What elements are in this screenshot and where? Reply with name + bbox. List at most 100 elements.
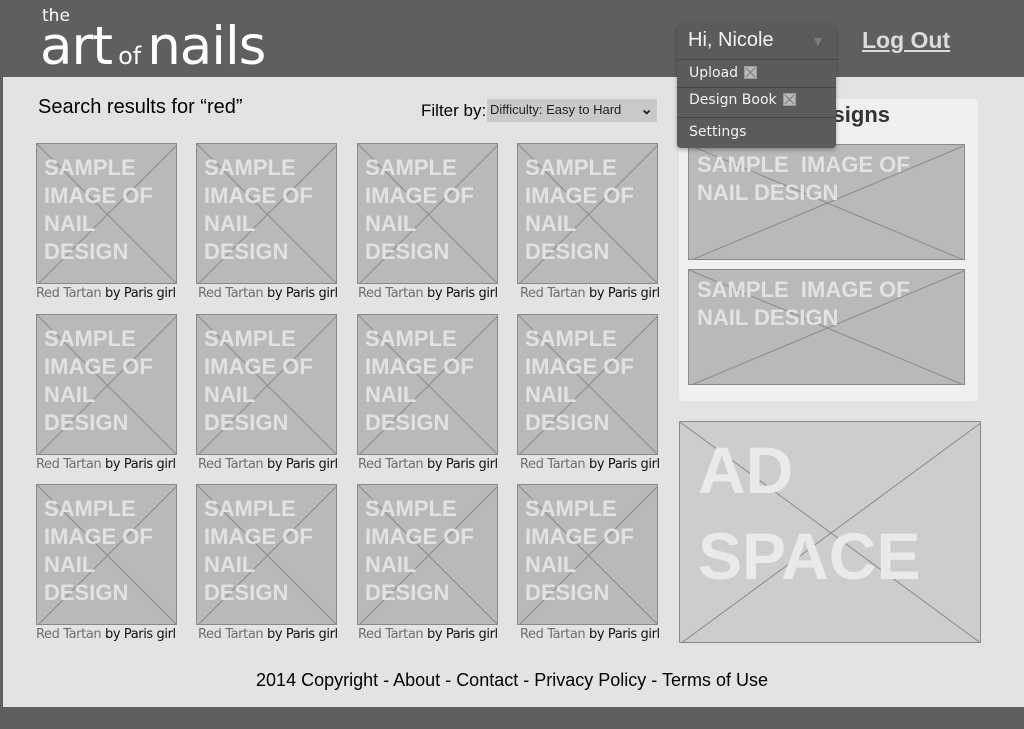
user-menu-dropdown: Hi, Nicole ▼ Upload Design Book Settings: [677, 24, 836, 148]
result-caption: Red Tartan by Paris girl: [358, 286, 498, 301]
footer-link-privacy[interactable]: Privacy Policy: [534, 670, 646, 690]
result-author[interactable]: by Paris girl: [267, 627, 338, 642]
logo-wordmark: art of nails: [40, 16, 266, 77]
result-caption: Red Tartan by Paris girl: [520, 627, 660, 642]
menu-item-upload[interactable]: Upload: [689, 65, 758, 81]
footer-separator: -: [518, 670, 535, 690]
result-title-link[interactable]: Red Tartan: [36, 457, 102, 472]
footer-separator: -: [440, 670, 457, 690]
menu-divider: [677, 59, 836, 60]
result-caption: Red Tartan by Paris girl: [358, 457, 498, 472]
result-caption: Red Tartan by Paris girl: [520, 457, 660, 472]
filter-select[interactable]: Difficulty: Easy to Hard ⌄: [487, 99, 657, 122]
filter-label: Filter by:: [421, 101, 487, 120]
result-caption: Red Tartan by Paris girl: [36, 286, 176, 301]
result-title-link[interactable]: Red Tartan: [36, 627, 102, 642]
result-author[interactable]: by Paris girl: [427, 627, 498, 642]
featured-design-label: SAMPLE IMAGE OF NAIL DESIGN: [697, 152, 916, 205]
result-title-link[interactable]: Red Tartan: [520, 627, 586, 642]
triangle-down-icon[interactable]: ▼: [811, 33, 825, 49]
menu-divider: [677, 87, 836, 88]
footer-link-contact[interactable]: Contact: [456, 670, 518, 690]
search-results-title: Search results for “red”: [38, 96, 243, 118]
result-image[interactable]: SAMPLE IMAGE OF NAIL DESIGN: [196, 484, 337, 625]
logout-link[interactable]: Log Out: [862, 27, 950, 54]
result-author[interactable]: by Paris girl: [589, 286, 660, 301]
result-caption: Red Tartan by Paris girl: [520, 286, 660, 301]
result-image-label: SAMPLE IMAGE OF NAIL DESIGN: [365, 326, 474, 435]
image-placeholder-icon: [782, 93, 796, 106]
result-image-label: SAMPLE IMAGE OF NAIL DESIGN: [204, 326, 313, 435]
result-title-link[interactable]: Red Tartan: [520, 286, 586, 301]
result-title-link[interactable]: Red Tartan: [358, 286, 424, 301]
result-author[interactable]: by Paris girl: [105, 627, 176, 642]
ad-space[interactable]: AD SPACE: [679, 421, 981, 643]
result-image[interactable]: SAMPLE IMAGE OF NAIL DESIGN: [357, 143, 498, 284]
result-title-link[interactable]: Red Tartan: [198, 457, 264, 472]
result-author[interactable]: by Paris girl: [427, 286, 498, 301]
result-image[interactable]: SAMPLE IMAGE OF NAIL DESIGN: [36, 314, 177, 455]
result-image[interactable]: SAMPLE IMAGE OF NAIL DESIGN: [36, 484, 177, 625]
result-image[interactable]: SAMPLE IMAGE OF NAIL DESIGN: [357, 484, 498, 625]
filter-select-value: Difficulty: Easy to Hard: [490, 102, 622, 117]
result-image[interactable]: SAMPLE IMAGE OF NAIL DESIGN: [357, 314, 498, 455]
user-menu-greeting[interactable]: Hi, Nicole: [688, 29, 774, 52]
result-caption: Red Tartan by Paris girl: [358, 627, 498, 642]
result-image[interactable]: SAMPLE IMAGE OF NAIL DESIGN: [517, 143, 658, 284]
result-title-link[interactable]: Red Tartan: [358, 457, 424, 472]
result-image[interactable]: SAMPLE IMAGE OF NAIL DESIGN: [196, 143, 337, 284]
result-title-link[interactable]: Red Tartan: [520, 457, 586, 472]
result-image-label: SAMPLE IMAGE OF NAIL DESIGN: [365, 496, 474, 605]
footer-bar: [0, 707, 1024, 729]
footer-separator: -: [646, 670, 662, 690]
footer-link-about[interactable]: About: [393, 670, 440, 690]
result-title-link[interactable]: Red Tartan: [358, 627, 424, 642]
result-title-link[interactable]: Red Tartan: [36, 286, 102, 301]
result-author[interactable]: by Paris girl: [267, 457, 338, 472]
result-image[interactable]: SAMPLE IMAGE OF NAIL DESIGN: [517, 484, 658, 625]
menu-item-settings[interactable]: Settings: [689, 124, 746, 140]
result-author[interactable]: by Paris girl: [589, 457, 660, 472]
footer-link-terms[interactable]: Terms of Use: [662, 670, 768, 690]
result-caption: Red Tartan by Paris girl: [36, 457, 176, 472]
image-placeholder-icon: [744, 66, 758, 79]
footer-links: 2014 Copyright - About - Contact - Priva…: [0, 670, 1024, 691]
logo-nails: nails: [147, 16, 266, 77]
ad-space-label: AD SPACE: [698, 433, 921, 593]
result-author[interactable]: by Paris girl: [427, 457, 498, 472]
featured-design-label: SAMPLE IMAGE OF NAIL DESIGN: [697, 277, 916, 330]
result-image-label: SAMPLE IMAGE OF NAIL DESIGN: [365, 155, 474, 264]
site-header: the art of nails Log Out: [0, 0, 1024, 77]
footer-copyright: 2014 Copyright: [256, 670, 379, 690]
result-author[interactable]: by Paris girl: [105, 457, 176, 472]
chevron-down-icon: ⌄: [640, 101, 653, 118]
result-caption: Red Tartan by Paris girl: [36, 627, 176, 642]
result-image[interactable]: SAMPLE IMAGE OF NAIL DESIGN: [196, 314, 337, 455]
result-image[interactable]: SAMPLE IMAGE OF NAIL DESIGN: [36, 143, 177, 284]
featured-design-image[interactable]: SAMPLE IMAGE OF NAIL DESIGN: [688, 144, 965, 260]
menu-item-design-book[interactable]: Design Book: [689, 92, 796, 108]
menu-item-design-book-label: Design Book: [689, 92, 777, 108]
result-caption: Red Tartan by Paris girl: [198, 627, 338, 642]
featured-design-image[interactable]: SAMPLE IMAGE OF NAIL DESIGN: [688, 269, 965, 385]
result-caption: Red Tartan by Paris girl: [198, 286, 338, 301]
result-image-label: SAMPLE IMAGE OF NAIL DESIGN: [204, 496, 313, 605]
result-title-link[interactable]: Red Tartan: [198, 286, 264, 301]
result-image-label: SAMPLE IMAGE OF NAIL DESIGN: [44, 326, 153, 435]
result-image-label: SAMPLE IMAGE OF NAIL DESIGN: [44, 496, 153, 605]
result-image[interactable]: SAMPLE IMAGE OF NAIL DESIGN: [517, 314, 658, 455]
menu-item-upload-label: Upload: [689, 65, 739, 81]
result-image-label: SAMPLE IMAGE OF NAIL DESIGN: [44, 155, 153, 264]
result-author[interactable]: by Paris girl: [105, 286, 176, 301]
result-image-label: SAMPLE IMAGE OF NAIL DESIGN: [525, 496, 634, 605]
result-author[interactable]: by Paris girl: [589, 627, 660, 642]
left-edge-strip: [0, 77, 3, 707]
logo-art: art: [40, 16, 113, 77]
result-title-link[interactable]: Red Tartan: [198, 627, 264, 642]
result-author[interactable]: by Paris girl: [267, 286, 338, 301]
result-caption: Red Tartan by Paris girl: [198, 457, 338, 472]
logo-of: of: [118, 42, 142, 70]
result-image-label: SAMPLE IMAGE OF NAIL DESIGN: [204, 155, 313, 264]
result-image-label: SAMPLE IMAGE OF NAIL DESIGN: [525, 155, 634, 264]
footer-separator: -: [378, 670, 394, 690]
